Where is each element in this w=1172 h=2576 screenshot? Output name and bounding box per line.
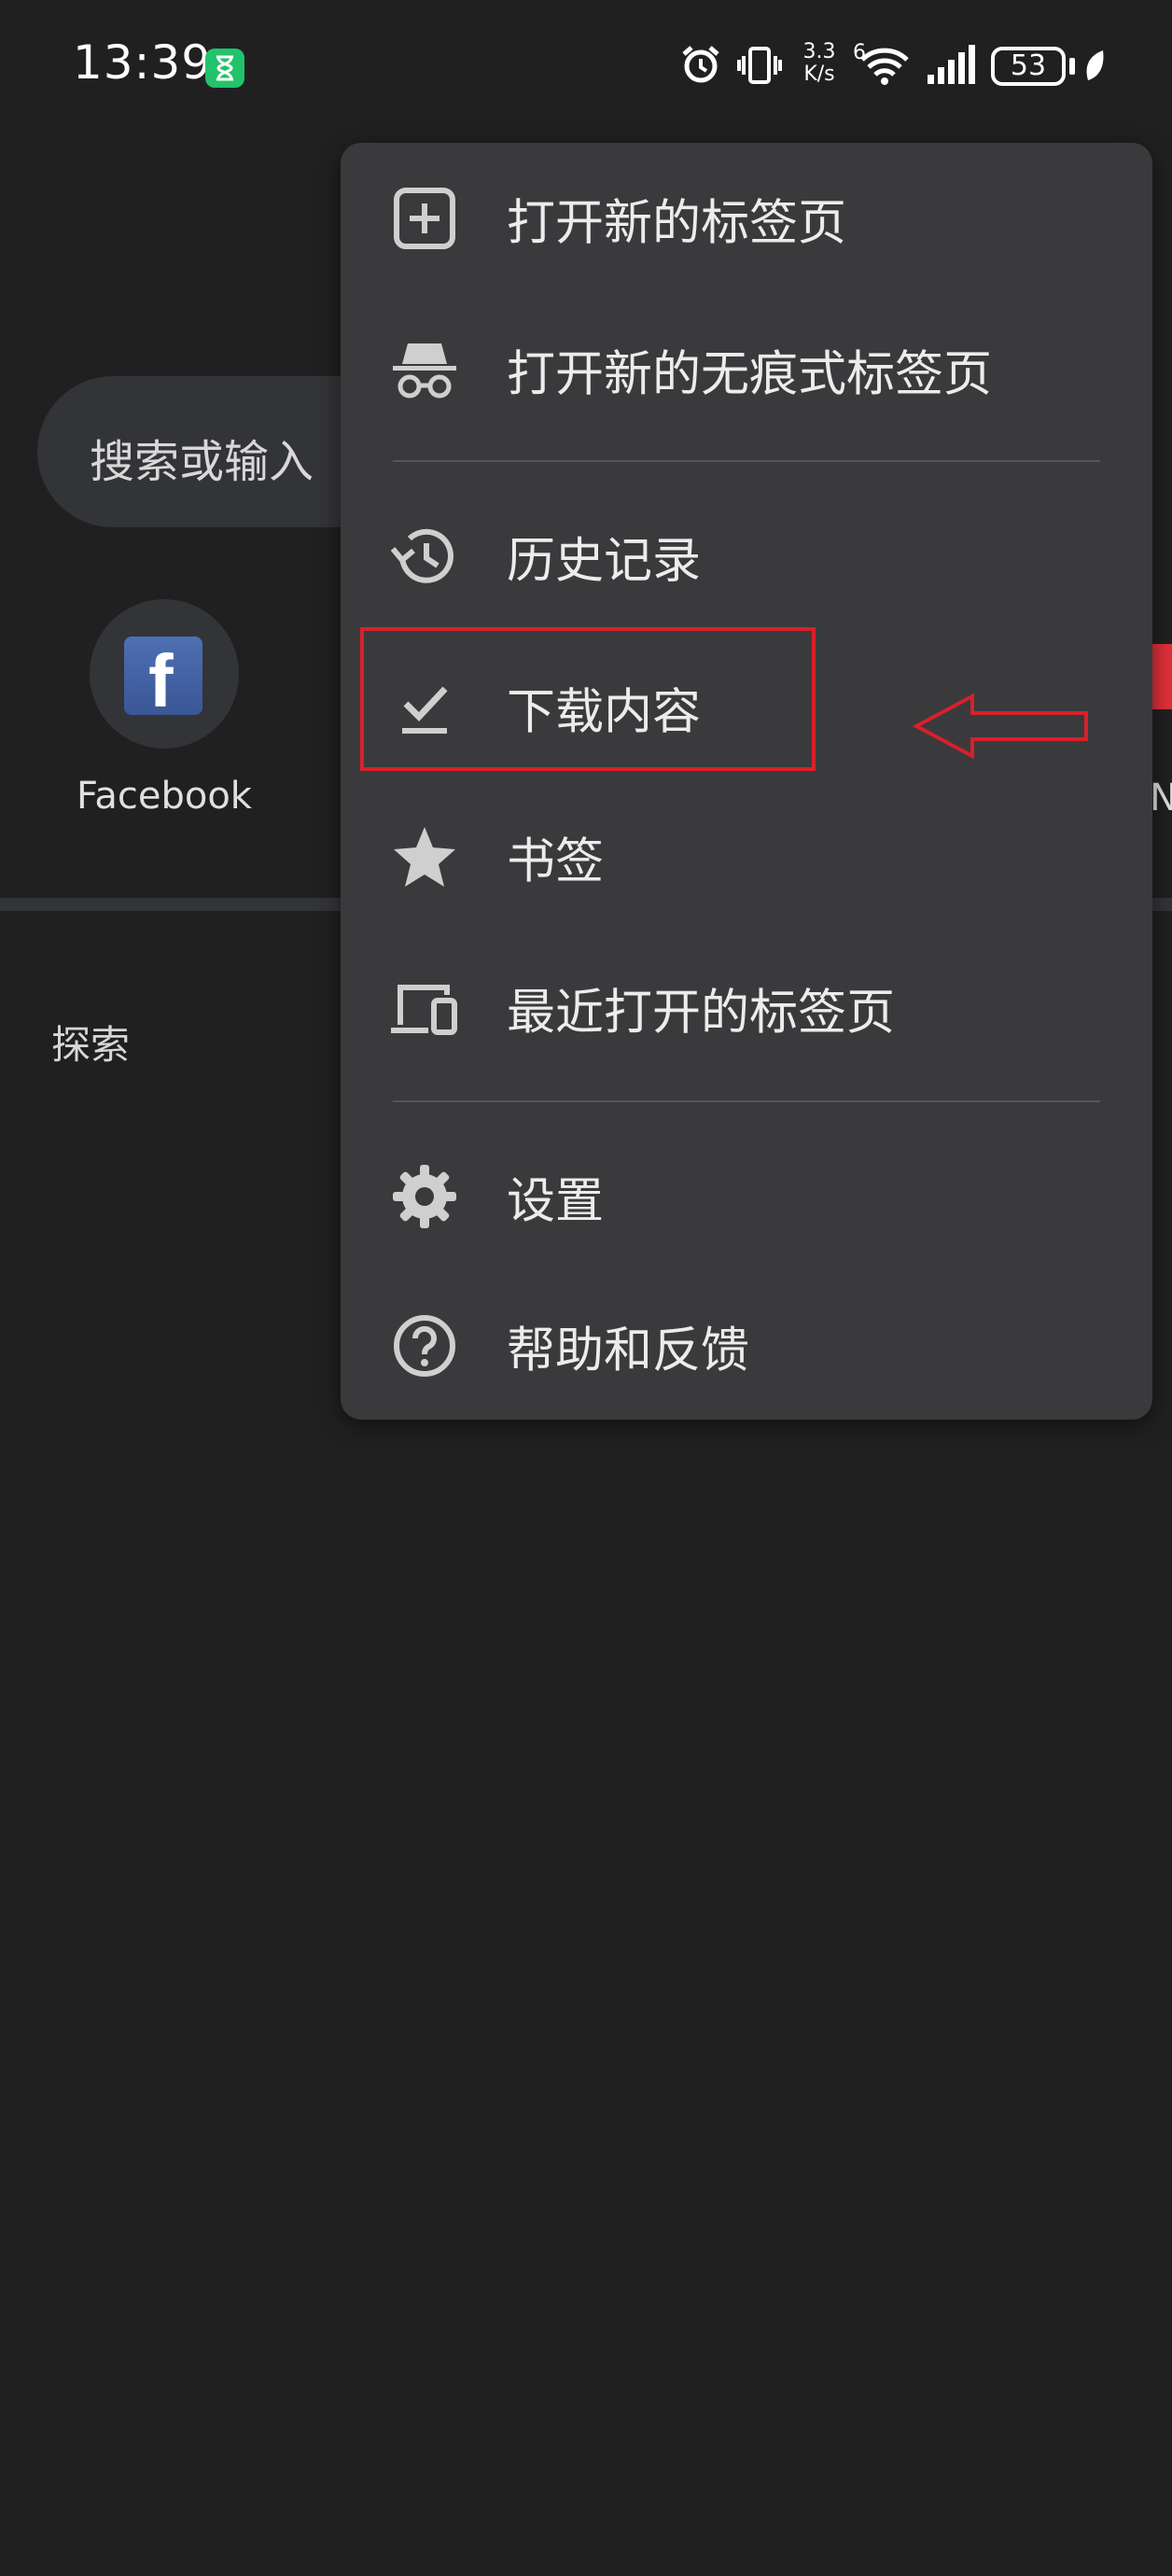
menu-item-new-incognito-tab[interactable]: 打开新的无痕式标签页 [341,300,1152,440]
menu-label: 打开新的无痕式标签页 [507,346,993,403]
search-placeholder: 搜索或输入 [90,436,314,488]
menu-label: 书签 [507,833,605,890]
overflow-menu: 打开新的标签页 打开新的无痕式标签页 历史记录 下载内容 书签 最近打开的标签页… [341,143,1152,1420]
menu-label: 帮助和反馈 [507,1323,750,1379]
explore-label: 探索 [51,1022,131,1068]
menu-label: 打开新的标签页 [507,195,847,252]
menu-item-history[interactable]: 历史记录 [341,486,1152,626]
leaf-icon [1086,50,1104,80]
network-speed: 3.3 K/s [799,41,840,86]
shortcut-label: Facebook [77,775,252,818]
devices-icon [391,985,457,1035]
battery-level: 53 [1010,49,1047,82]
menu-item-recent-tabs[interactable]: 最近打开的标签页 [341,938,1152,1078]
downloads-highlight-box [360,627,816,771]
shortcut-circle: f [90,599,239,749]
history-icon [390,528,453,583]
star-icon [394,827,455,887]
wifi-icon [860,48,909,85]
menu-item-settings[interactable]: 设置 [341,1127,1152,1267]
incognito-icon [393,343,456,399]
menu-separator [393,460,1100,462]
net-speed-unit: K/s [803,63,835,86]
menu-label: 历史记录 [507,533,702,590]
facebook-icon: f [124,637,202,722]
gear-icon [393,1165,456,1228]
status-bar: 13:39 3.3 K/s 6 53 [0,0,1172,135]
signal-icon [928,45,975,84]
hourglass-icon [205,49,244,88]
menu-item-help-feedback[interactable]: 帮助和反馈 [341,1276,1152,1416]
battery-indicator: 53 [991,47,1066,86]
new-tab-icon [394,188,455,249]
battery-tip [1069,58,1075,75]
menu-item-bookmarks[interactable]: 书签 [341,787,1152,927]
menu-item-new-tab[interactable]: 打开新的标签页 [341,148,1152,288]
help-icon [394,1315,455,1377]
shortcut-label-partial: N [1150,777,1172,819]
menu-separator [393,1100,1100,1102]
alarm-icon [682,46,719,83]
menu-label: 设置 [507,1173,605,1230]
net-speed-value: 3.3 [802,40,836,63]
vibrate-icon [737,47,782,84]
menu-label: 最近打开的标签页 [507,985,896,1042]
shortcut-facebook[interactable]: f Facebook [71,599,258,818]
status-time: 13:39 [73,35,213,90]
red-arrow-annotation [913,693,1088,760]
